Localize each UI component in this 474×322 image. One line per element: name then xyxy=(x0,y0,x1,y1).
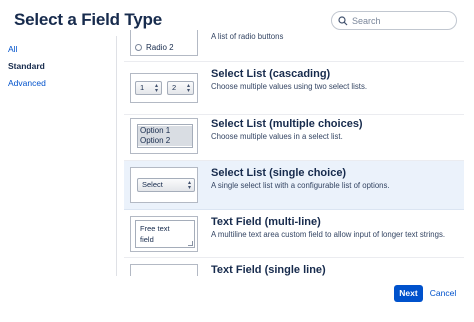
next-button[interactable]: Next xyxy=(394,285,423,302)
field-preview: Radio 2 xyxy=(130,30,198,56)
search-input[interactable] xyxy=(352,15,452,26)
field-name: Select List (single choice) xyxy=(211,167,347,179)
select-arrows-icon: ▴ ▾ xyxy=(186,83,190,94)
sidebar-item-advanced[interactable]: Advanced xyxy=(8,78,46,88)
resize-grip-icon xyxy=(188,241,193,246)
field-name: Text Field (multi-line) xyxy=(211,216,321,228)
field-preview: Free text field xyxy=(130,216,198,252)
sidebar-item-all[interactable]: All xyxy=(8,44,17,54)
radio-label: Radio 2 xyxy=(146,43,174,52)
cascading-select-right: 2 ▴ ▾ xyxy=(167,81,194,95)
field-preview: Option 1 Option 2 xyxy=(130,118,198,154)
field-type-list[interactable]: Radio 2 A list of radio buttons 1 ▴ ▾ 2 ▴… xyxy=(124,30,464,276)
search-icon xyxy=(338,15,348,25)
field-name: Select List (multiple choices) xyxy=(211,118,363,130)
field-description: A list of radio buttons xyxy=(211,32,284,41)
option-item: Option 1 xyxy=(138,126,192,136)
cascading-select-left: 1 ▴ ▾ xyxy=(135,81,162,95)
single-select: Select ▴ ▾ xyxy=(137,178,195,192)
select-arrows-icon: ▴ ▾ xyxy=(187,180,191,191)
field-row-radio-buttons[interactable]: Radio 2 A list of radio buttons xyxy=(124,30,464,62)
field-row-text-single[interactable]: Text Field (single line) xyxy=(124,258,464,276)
textarea-preview: Free text field xyxy=(135,220,195,248)
field-description: Choose multiple values in a select list. xyxy=(211,132,343,141)
option-item: Option 2 xyxy=(138,136,192,146)
field-description: A single select list with a configurable… xyxy=(211,181,390,190)
dialog-title: Select a Field Type xyxy=(14,10,162,29)
cancel-button[interactable]: Cancel xyxy=(427,285,459,302)
search-box[interactable] xyxy=(331,11,457,30)
sidebar-divider xyxy=(116,36,117,276)
field-preview: 1 ▴ ▾ 2 ▴ ▾ xyxy=(130,73,198,103)
field-row-text-multiline[interactable]: Free text field Text Field (multi-line) … xyxy=(124,210,464,258)
select-arrows-icon: ▴ ▾ xyxy=(154,83,158,94)
radio-icon xyxy=(135,44,142,51)
field-row-select-multiple[interactable]: Option 1 Option 2 Select List (multiple … xyxy=(124,115,464,161)
sidebar-item-standard[interactable]: Standard xyxy=(8,61,45,71)
multi-select-listbox: Option 1 Option 2 xyxy=(137,124,193,148)
field-preview xyxy=(130,264,198,276)
field-name: Select List (cascading) xyxy=(211,68,331,80)
field-description: Choose multiple values using two select … xyxy=(211,82,368,91)
field-preview: Select ▴ ▾ xyxy=(130,167,198,203)
field-row-select-cascading[interactable]: 1 ▴ ▾ 2 ▴ ▾ Select List (cascading) Choose… xyxy=(124,62,464,115)
field-row-select-single[interactable]: Select ▴ ▾ Select List (single choice) A … xyxy=(124,161,464,210)
field-name: Text Field (single line) xyxy=(211,264,326,276)
field-description: A multiline text area custom field to al… xyxy=(211,230,446,239)
